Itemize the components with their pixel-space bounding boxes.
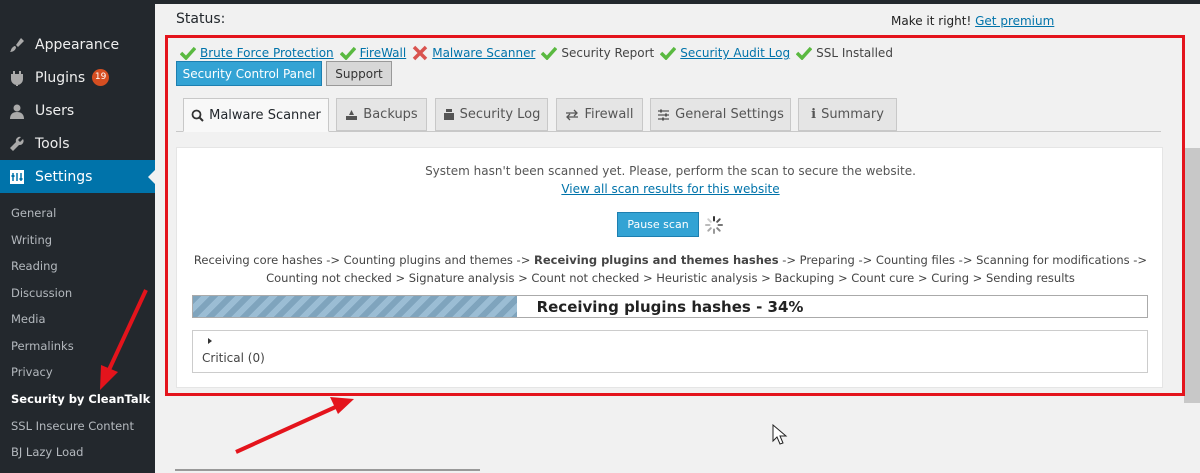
arrow-to-menu-icon	[100, 289, 148, 390]
arrow-to-panel-icon	[235, 397, 354, 454]
mouse-cursor-icon	[772, 424, 788, 445]
annotation-arrows	[100, 289, 354, 454]
